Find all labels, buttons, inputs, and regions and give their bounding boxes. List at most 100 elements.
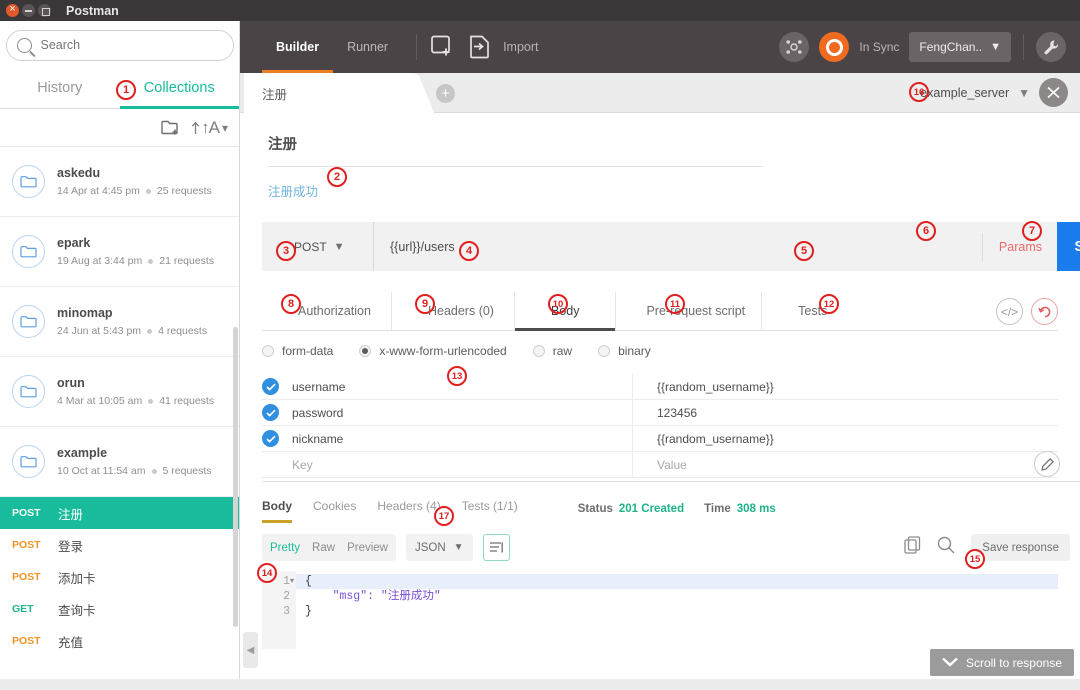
request-item-chaxunka[interactable]: GET 查询卡 xyxy=(0,593,239,625)
undo-icon[interactable] xyxy=(1031,298,1058,325)
radio-form-data[interactable]: form-data xyxy=(262,344,333,358)
open-request-tab[interactable]: 注册 xyxy=(244,73,409,113)
search-icon[interactable] xyxy=(937,536,955,559)
sidebar-tab-history[interactable]: History xyxy=(0,69,120,108)
sidebar: History Collections ↑A ▾ askedu xyxy=(0,21,240,690)
request-item-chongzhi[interactable]: POST 充值 xyxy=(0,625,239,657)
sidebar-bottom-strip xyxy=(0,679,240,690)
row-value[interactable]: {{random_username}} xyxy=(657,432,1058,446)
body-mode-radios: form-data x-www-form-urlencoded raw bina… xyxy=(262,344,1058,358)
collection-item-example[interactable]: example 10 Oct at 11:54 am 5 requests xyxy=(0,427,239,497)
search-box[interactable] xyxy=(6,30,234,61)
environment-name[interactable]: example_server xyxy=(920,86,1009,100)
import-icon[interactable] xyxy=(469,35,491,59)
row-key[interactable]: nickname xyxy=(292,432,632,446)
user-menu[interactable]: FengChan.. ▼ xyxy=(909,32,1011,62)
sidebar-tab-collections[interactable]: Collections xyxy=(120,69,240,108)
row-value[interactable]: {{random_username}} xyxy=(657,380,1058,394)
row-enabled-checkbox[interactable] xyxy=(262,378,279,395)
share-icon[interactable] xyxy=(779,32,809,62)
code-icon[interactable]: </> xyxy=(996,298,1023,325)
new-request-icon[interactable] xyxy=(431,35,457,59)
collection-meta: 19 Aug at 3:44 pm 21 requests xyxy=(57,255,214,267)
sidebar-scrollbar[interactable] xyxy=(233,327,238,627)
response-tab-body[interactable]: Body xyxy=(262,496,292,522)
tab-pre-request-script[interactable]: Pre-request script xyxy=(616,292,762,330)
request-item-zhuce[interactable]: POST 注册 xyxy=(0,497,239,529)
view-mode-raw[interactable]: Raw xyxy=(312,542,335,554)
radio-label: form-data xyxy=(282,344,333,358)
code-line: { xyxy=(296,574,1058,589)
row-key[interactable]: username xyxy=(292,380,632,394)
code-content[interactable]: { "msg": "注册成功" } xyxy=(296,571,1058,649)
collection-meta: 10 Oct at 11:54 am 5 requests xyxy=(57,465,212,477)
pencil-icon[interactable] xyxy=(1034,451,1060,477)
fold-arrow-icon[interactable]: ▾ xyxy=(290,574,294,589)
wrench-icon[interactable] xyxy=(1036,32,1066,62)
request-name: 注册 xyxy=(58,504,83,523)
send-button[interactable]: Send xyxy=(1057,222,1080,271)
new-tab-button[interactable]: + xyxy=(436,84,455,103)
request-name: 登录 xyxy=(58,536,83,555)
row-enabled-checkbox[interactable] xyxy=(262,430,279,447)
request-item-denglu[interactable]: POST 登录 xyxy=(0,529,239,561)
new-key-input[interactable]: Key xyxy=(292,458,632,472)
row-key[interactable]: password xyxy=(292,406,632,420)
save-response-button[interactable]: Save response xyxy=(971,534,1070,561)
request-item-tianjiaka[interactable]: POST 添加卡 xyxy=(0,561,239,593)
response-tab-cookies[interactable]: Cookies xyxy=(313,496,356,522)
window-maximize-button[interactable] xyxy=(38,4,51,17)
chevron-down-icon[interactable]: ▼ xyxy=(1018,86,1030,100)
row-value[interactable]: 123456 xyxy=(657,406,1058,420)
request-tab-icons: </> xyxy=(996,298,1058,330)
tab-body[interactable]: Body xyxy=(515,292,617,330)
sync-status-icon[interactable] xyxy=(819,32,849,62)
row-enabled-checkbox[interactable] xyxy=(262,404,279,421)
response-tab-headers[interactable]: Headers (4) xyxy=(377,496,440,522)
window-minimize-button[interactable] xyxy=(22,4,35,17)
collection-item-askedu[interactable]: askedu 14 Apr at 4:45 pm 25 requests xyxy=(0,147,239,217)
collapse-sidebar-handle[interactable]: ◀ xyxy=(243,632,258,668)
params-button[interactable]: Params xyxy=(982,233,1058,261)
new-value-input[interactable]: Value xyxy=(657,458,1058,472)
tab-headers[interactable]: Headers (0) xyxy=(392,292,515,330)
response-tab-tests[interactable]: Tests (1/1) xyxy=(462,496,518,522)
response-format-value: JSON xyxy=(415,542,446,554)
response-panel: Body Cookies Headers (4) Tests (1/1) Sta… xyxy=(240,482,1080,690)
response-format-select[interactable]: JSON ▼ xyxy=(406,534,473,561)
collection-date: 24 Jun at 5:43 pm xyxy=(57,325,141,337)
chevron-down-icon: ▾ xyxy=(222,121,227,135)
collections-list[interactable]: askedu 14 Apr at 4:45 pm 25 requests epa… xyxy=(0,147,239,690)
new-folder-icon[interactable] xyxy=(161,119,181,136)
collection-request-count: 41 requests xyxy=(159,395,214,407)
collection-item-minomap[interactable]: minomap 24 Jun at 5:43 pm 4 requests xyxy=(0,287,239,357)
line-number: 3 xyxy=(262,604,290,619)
environment-quicklook-icon[interactable] xyxy=(1039,78,1068,107)
table-row[interactable]: username {{random_username}} xyxy=(262,374,1058,400)
tab-tests[interactable]: Tests xyxy=(762,292,847,330)
sort-icon[interactable]: ↑A ▾ xyxy=(191,118,227,138)
table-row[interactable]: password 123456 xyxy=(262,400,1058,426)
search-input[interactable] xyxy=(41,38,221,52)
collection-item-orun[interactable]: orun 4 Mar at 10:05 am 41 requests xyxy=(0,357,239,427)
response-body-code[interactable]: ▾1 2 3 { "msg": "注册成功" } xyxy=(262,571,1058,649)
radio-x-www-form-urlencoded[interactable]: x-www-form-urlencoded xyxy=(359,344,506,358)
copy-icon[interactable] xyxy=(904,536,921,559)
table-row[interactable]: nickname {{random_username}} xyxy=(262,426,1058,452)
window-close-button[interactable] xyxy=(6,4,19,17)
wrap-lines-icon[interactable] xyxy=(483,534,510,561)
scroll-to-response-button[interactable]: Scroll to response xyxy=(930,649,1074,676)
collection-item-epark[interactable]: epark 19 Aug at 3:44 pm 21 requests xyxy=(0,217,239,287)
tab-builder[interactable]: Builder xyxy=(262,21,333,73)
tab-authorization[interactable]: Authorization xyxy=(262,292,392,330)
import-label[interactable]: Import xyxy=(503,40,538,54)
radio-binary[interactable]: binary xyxy=(598,344,651,358)
url-input[interactable] xyxy=(374,222,982,271)
radio-raw[interactable]: raw xyxy=(533,344,572,358)
table-row-empty[interactable]: Key Value xyxy=(262,452,1058,478)
tab-runner[interactable]: Runner xyxy=(333,21,402,73)
request-description[interactable]: 注册成功 xyxy=(268,167,1052,200)
view-mode-preview[interactable]: Preview xyxy=(347,542,388,554)
view-mode-pretty[interactable]: Pretty xyxy=(270,542,300,554)
http-method-select[interactable]: POST ▼ xyxy=(262,222,374,271)
